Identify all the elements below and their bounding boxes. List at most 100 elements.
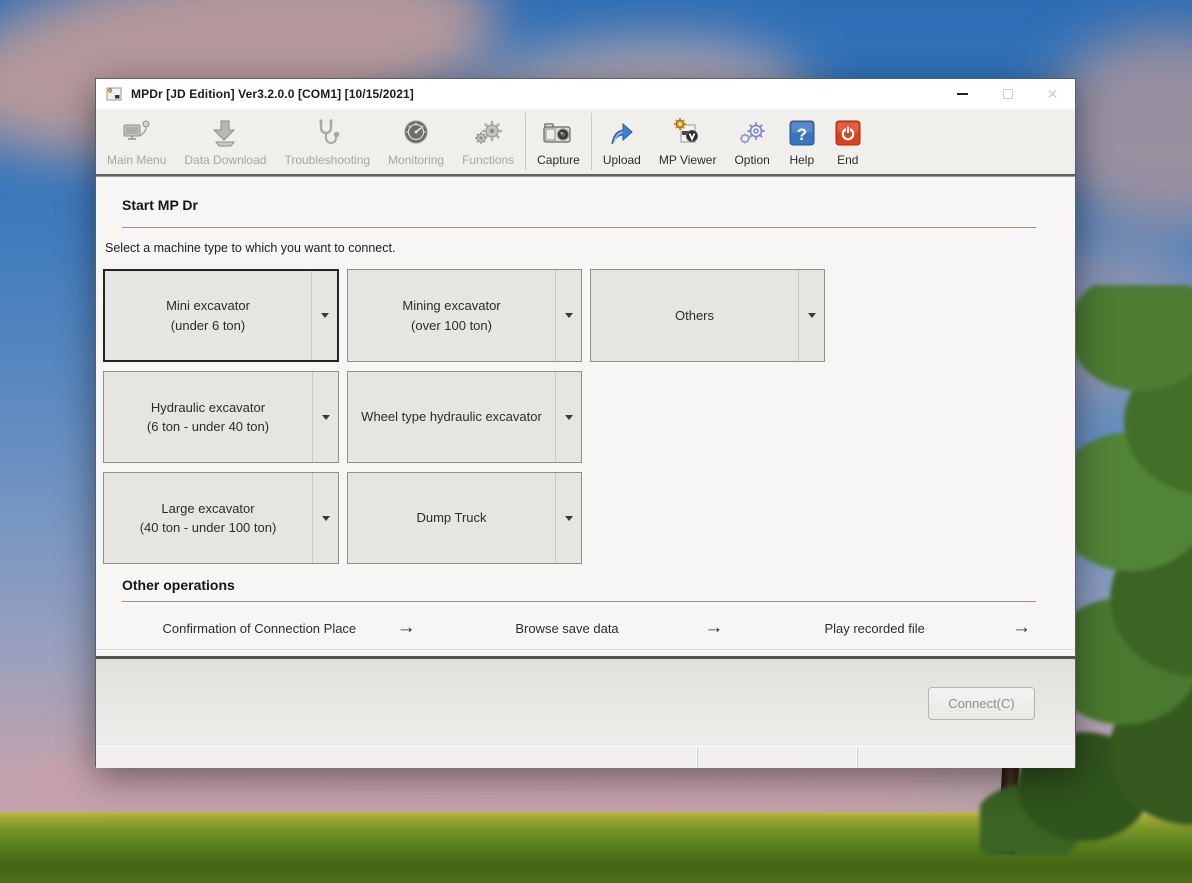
machine-button-label: Dump Truck — [348, 473, 555, 563]
machine-button-label: Mini excavator (under 6 ton) — [105, 271, 311, 360]
caret-down-icon — [322, 516, 330, 521]
machine-button-label: Wheel type hydraulic excavator — [348, 372, 555, 462]
label-line: Hydraulic excavator — [151, 398, 265, 418]
dropdown-arrow[interactable] — [555, 372, 581, 462]
toolbar-label: Capture — [537, 153, 580, 167]
accent-rule — [122, 601, 1036, 602]
toolbar-label: End — [837, 153, 858, 167]
upload-icon — [607, 116, 637, 150]
operation-label: Play recorded file — [737, 621, 1012, 636]
machine-button-mining-excavator[interactable]: Mining excavator (over 100 ton) — [347, 269, 582, 362]
minimize-button[interactable] — [940, 79, 985, 109]
label-line: Mining excavator — [402, 296, 500, 316]
title-bar: MPDr [JD Edition] Ver3.2.0.0 [COM1] [10/… — [96, 79, 1075, 109]
maximize-button[interactable] — [985, 79, 1030, 109]
caret-down-icon — [565, 313, 573, 318]
option-icon — [737, 116, 767, 150]
dropdown-arrow[interactable] — [555, 473, 581, 563]
machine-button-label: Hydraulic excavator (6 ton - under 40 to… — [104, 372, 312, 462]
toolbar-help[interactable]: ? Help — [779, 109, 825, 174]
status-bar — [96, 746, 1075, 768]
machine-button-others[interactable]: Others — [590, 269, 825, 362]
help-icon: ? — [788, 116, 816, 150]
caret-down-icon — [322, 415, 330, 420]
caret-down-icon — [321, 313, 329, 318]
toolbar-separator — [591, 113, 592, 170]
maximize-icon — [1003, 89, 1013, 99]
toolbar-functions[interactable]: Functions — [453, 109, 523, 174]
dropdown-arrow[interactable] — [312, 473, 338, 563]
toolbar-separator — [525, 113, 526, 170]
label-line: (over 100 ton) — [411, 316, 492, 336]
functions-icon — [473, 116, 503, 150]
app-window: MPDr [JD Edition] Ver3.2.0.0 [COM1] [10/… — [95, 78, 1076, 767]
toolbar-monitoring[interactable]: Monitoring — [379, 109, 453, 174]
dropdown-arrow[interactable] — [312, 372, 338, 462]
status-panel-middle — [698, 747, 858, 768]
close-icon: ✕ — [1047, 87, 1059, 101]
dropdown-arrow[interactable] — [798, 270, 824, 361]
svg-text:?: ? — [797, 125, 807, 144]
machine-button-dump-truck[interactable]: Dump Truck — [347, 472, 582, 564]
minimize-icon — [957, 93, 968, 95]
label-line: (40 ton - under 100 ton) — [140, 518, 277, 538]
capture-icon — [542, 116, 574, 150]
toolbar-label: Data Download — [184, 153, 266, 167]
machine-button-wheel-type-hydraulic-excavator[interactable]: Wheel type hydraulic excavator — [347, 371, 582, 463]
end-power-icon — [834, 116, 862, 150]
status-panel-left — [96, 747, 698, 768]
mp-viewer-icon — [673, 116, 703, 150]
main-menu-icon — [122, 116, 152, 150]
toolbar-end[interactable]: End — [825, 109, 871, 174]
instruction-text: Select a machine type to which you want … — [105, 241, 395, 255]
toolbar-troubleshooting[interactable]: Troubleshooting — [275, 109, 379, 174]
operation-browse-save-data[interactable]: Browse save data → — [430, 607, 738, 649]
toolbar-main-menu[interactable]: Main Menu — [98, 109, 175, 174]
status-panel-right — [858, 747, 1075, 768]
app-icon — [106, 86, 122, 102]
machine-button-hydraulic-excavator[interactable]: Hydraulic excavator (6 ton - under 40 to… — [103, 371, 339, 463]
toolbar-mp-viewer[interactable]: MP Viewer — [650, 109, 726, 174]
label-line: Mini excavator — [166, 296, 250, 316]
toolbar-label: Troubleshooting — [284, 153, 370, 167]
toolbar-option[interactable]: Option — [725, 109, 778, 174]
caret-down-icon — [808, 313, 816, 318]
toolbar-capture[interactable]: Capture — [528, 109, 589, 174]
operation-label: Browse save data — [430, 621, 705, 636]
dropdown-arrow[interactable] — [311, 271, 337, 360]
arrow-right-icon: → — [704, 617, 737, 639]
window-controls: ✕ — [940, 79, 1075, 109]
machine-button-label: Mining excavator (over 100 ton) — [348, 270, 555, 361]
bottom-panel: Connect(C) — [96, 656, 1075, 746]
operation-play-recorded-file[interactable]: Play recorded file → — [737, 607, 1045, 649]
machine-button-large-excavator[interactable]: Large excavator (40 ton - under 100 ton) — [103, 472, 339, 564]
arrow-right-icon: → — [397, 617, 430, 639]
main-content: Start MP Dr Select a machine type to whi… — [96, 177, 1075, 656]
machine-button-label: Others — [591, 270, 798, 361]
dropdown-arrow[interactable] — [555, 270, 581, 361]
other-operations-row: Confirmation of Connection Place → Brows… — [96, 607, 1075, 650]
toolbar-label: Upload — [603, 153, 641, 167]
label-line: Dump Truck — [416, 508, 486, 528]
toolbar-label: Main Menu — [107, 153, 166, 167]
page-title: Start MP Dr — [122, 197, 198, 213]
monitoring-icon — [401, 116, 431, 150]
machine-button-mini-excavator[interactable]: Mini excavator (under 6 ton) — [103, 269, 339, 362]
toolbar-label: Functions — [462, 153, 514, 167]
troubleshooting-icon — [312, 116, 342, 150]
toolbar-data-download[interactable]: Data Download — [175, 109, 275, 174]
label-line: (6 ton - under 40 ton) — [147, 417, 269, 437]
toolbar-label: Help — [789, 153, 814, 167]
operation-confirmation-of-connection-place[interactable]: Confirmation of Connection Place → — [122, 607, 430, 649]
toolbar-label: MP Viewer — [659, 153, 717, 167]
toolbar-label: Monitoring — [388, 153, 444, 167]
toolbar-label: Option — [734, 153, 769, 167]
caret-down-icon — [565, 516, 573, 521]
label-line: (under 6 ton) — [171, 316, 245, 336]
label-line: Others — [675, 306, 714, 326]
connect-button[interactable]: Connect(C) — [928, 687, 1035, 720]
other-operations-title: Other operations — [122, 577, 235, 593]
label-line: Wheel type hydraulic excavator — [361, 407, 542, 427]
toolbar-upload[interactable]: Upload — [594, 109, 650, 174]
close-button[interactable]: ✕ — [1030, 79, 1075, 109]
